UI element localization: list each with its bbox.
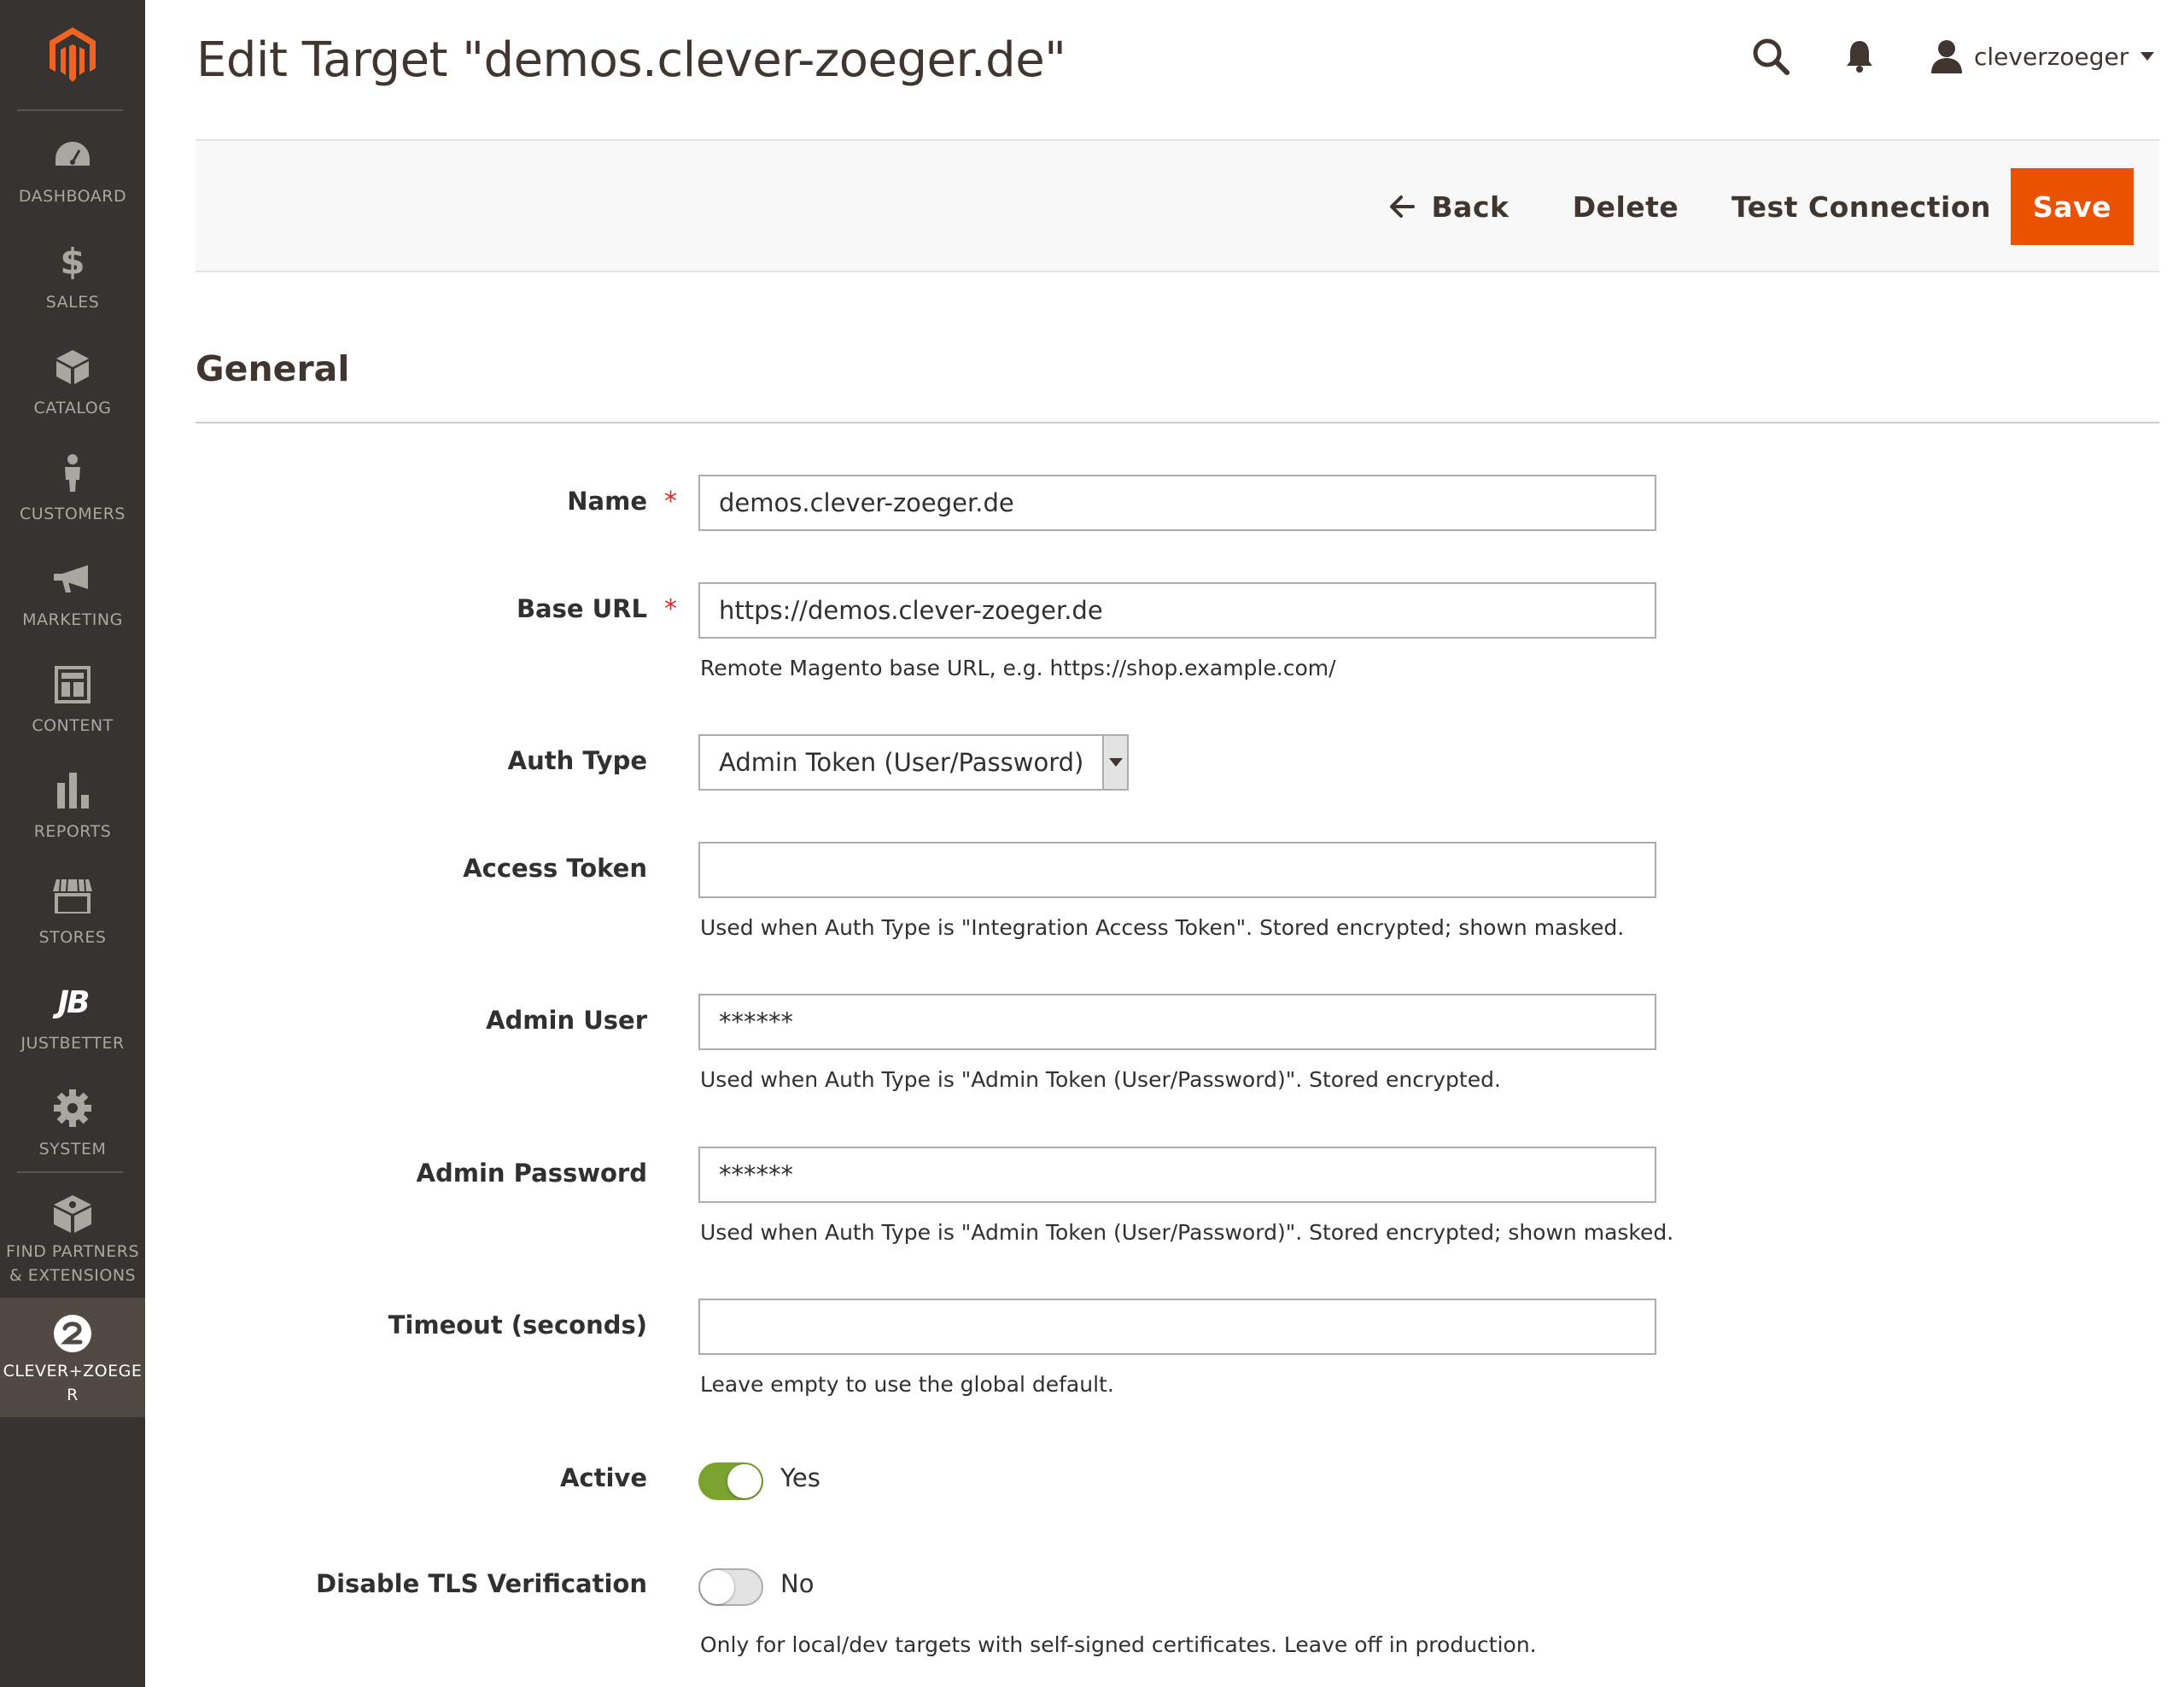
- admin-sidebar: DASHBOARD $ SALES CATALOG CUSTOMERS MARK…: [0, 0, 145, 1687]
- admin-password-label: Admin Password: [416, 1159, 647, 1188]
- base-url-input[interactable]: https://demos.clever-zoeger.de: [698, 582, 1656, 639]
- chevron-down-icon: [1102, 736, 1127, 789]
- disable-tls-label: Disable TLS Verification: [316, 1569, 647, 1598]
- megaphone-icon: [52, 558, 93, 599]
- access-token-note: Used when Auth Type is "Integration Acce…: [700, 915, 1625, 940]
- section-title: General: [196, 348, 350, 389]
- active-toggle[interactable]: [698, 1462, 763, 1500]
- toggle-knob: [700, 1570, 734, 1604]
- gear-icon: [52, 1088, 93, 1129]
- admin-user-note: Used when Auth Type is "Admin Token (Use…: [700, 1067, 1501, 1092]
- delete-button[interactable]: Delete: [1562, 168, 1690, 245]
- magento-logo-icon: [50, 27, 96, 82]
- active-label: Active: [559, 1463, 647, 1492]
- sidebar-item-content[interactable]: CONTENT: [0, 649, 145, 751]
- auth-type-value: Admin Token (User/Password): [719, 748, 1084, 777]
- test-connection-button[interactable]: Test Connection: [1727, 168, 1995, 245]
- user-name: cleverzoeger: [1974, 42, 2129, 71]
- page-actions-bar: Back Delete Test Connection Save: [196, 139, 2159, 272]
- back-button[interactable]: Back: [1372, 168, 1526, 245]
- sidebar-divider: [17, 109, 123, 111]
- required-marker: *: [664, 487, 677, 517]
- timeout-label: Timeout (seconds): [388, 1310, 647, 1340]
- sidebar-item-customers[interactable]: CUSTOMERS: [0, 437, 145, 540]
- disable-tls-state: No: [780, 1569, 815, 1598]
- sidebar-item-label: STORES: [38, 928, 107, 947]
- disable-tls-toggle[interactable]: [698, 1568, 763, 1606]
- test-connection-label: Test Connection: [1731, 190, 1991, 224]
- sidebar-item-stores[interactable]: STORES: [0, 861, 145, 963]
- section-divider: [196, 422, 2159, 423]
- sidebar-item-label: CUSTOMERS: [20, 505, 126, 523]
- admin-password-input[interactable]: ******: [698, 1147, 1656, 1203]
- notifications-button[interactable]: [1836, 32, 1883, 80]
- base-url-note: Remote Magento base URL, e.g. https://sh…: [700, 656, 1336, 680]
- sidebar-item-find-partners[interactable]: FIND PARTNERS & EXTENSIONS: [0, 1178, 145, 1298]
- sidebar-item-system[interactable]: SYSTEM: [0, 1072, 145, 1175]
- sidebar-item-catalog[interactable]: CATALOG: [0, 331, 145, 434]
- sidebar-item-label: CONTENT: [32, 716, 114, 735]
- cube-icon: [52, 1194, 93, 1235]
- sidebar-item-sales[interactable]: $ SALES: [0, 225, 145, 328]
- sidebar-item-label: SYSTEM: [38, 1140, 107, 1159]
- sidebar-divider: [17, 1171, 123, 1173]
- dollar-icon: $: [60, 240, 85, 283]
- toggle-knob: [727, 1464, 762, 1498]
- label-line: CLEVER+ZOEGE: [3, 1362, 143, 1381]
- magento-logo[interactable]: [0, 0, 145, 109]
- save-button-label: Save: [2033, 190, 2111, 224]
- label-line: R: [67, 1386, 79, 1404]
- dashboard-icon: [52, 135, 93, 176]
- label-line: FIND PARTNERS: [5, 1242, 140, 1261]
- search-icon: [1753, 38, 1790, 75]
- sidebar-item-label: JUSTBETTER: [20, 1034, 125, 1053]
- access-token-label: Access Token: [463, 854, 647, 883]
- admin-password-note: Used when Auth Type is "Admin Token (Use…: [700, 1220, 1674, 1245]
- timeout-input[interactable]: [698, 1299, 1656, 1355]
- user-icon: [1931, 40, 1962, 73]
- search-button[interactable]: [1747, 32, 1795, 80]
- active-state: Yes: [780, 1463, 820, 1492]
- label-line: & EXTENSIONS: [9, 1266, 137, 1285]
- sidebar-item-reports[interactable]: REPORTS: [0, 755, 145, 857]
- arrow-left-icon: [1389, 196, 1415, 218]
- jb-icon: JB: [57, 984, 91, 1020]
- sidebar-item-dashboard[interactable]: DASHBOARD: [0, 120, 145, 222]
- timeout-note: Leave empty to use the global default.: [700, 1372, 1114, 1397]
- user-menu[interactable]: cleverzoeger: [1930, 32, 2155, 80]
- layout-icon: [52, 664, 93, 705]
- sidebar-item-label: REPORTS: [33, 822, 112, 841]
- sidebar-item-marketing[interactable]: MARKETING: [0, 543, 145, 645]
- sidebar-item-label: MARKETING: [22, 610, 123, 629]
- sidebar-item-clever-zoeger[interactable]: CLEVER+ZOEGE R: [0, 1298, 145, 1417]
- sidebar-item-label: FIND PARTNERS & EXTENSIONS: [6, 1240, 139, 1287]
- bar-chart-icon: [52, 770, 93, 811]
- save-button[interactable]: Save: [2011, 168, 2134, 245]
- sidebar-item-label: SALES: [45, 293, 100, 312]
- name-label: Name: [567, 487, 647, 516]
- sidebar-item-label: CLEVER+ZOEGE R: [3, 1359, 143, 1407]
- box-icon: [52, 347, 93, 388]
- chevron-down-icon: [2140, 52, 2155, 61]
- base-url-label: Base URL: [516, 594, 647, 623]
- person-icon: [52, 452, 93, 493]
- sidebar-item-label: DASHBOARD: [18, 187, 127, 206]
- access-token-input[interactable]: [698, 842, 1656, 898]
- clever-zoeger-icon: [52, 1313, 93, 1354]
- back-button-label: Back: [1431, 190, 1510, 224]
- admin-user-input[interactable]: ******: [698, 994, 1656, 1050]
- required-marker: *: [664, 594, 677, 624]
- name-input[interactable]: demos.clever-zoeger.de: [698, 475, 1656, 531]
- bell-icon: [1847, 41, 1872, 73]
- storefront-icon: [52, 876, 93, 917]
- auth-type-label: Auth Type: [507, 746, 647, 775]
- admin-user-label: Admin User: [486, 1006, 647, 1035]
- delete-button-label: Delete: [1572, 190, 1679, 224]
- disable-tls-note: Only for local/dev targets with self-sig…: [700, 1632, 1537, 1657]
- sidebar-item-justbetter[interactable]: JB JUSTBETTER: [0, 966, 145, 1069]
- auth-type-select[interactable]: Admin Token (User/Password): [698, 734, 1129, 791]
- sidebar-item-label: CATALOG: [33, 399, 112, 417]
- page-title: Edit Target "demos.clever-zoeger.de": [196, 32, 1066, 88]
